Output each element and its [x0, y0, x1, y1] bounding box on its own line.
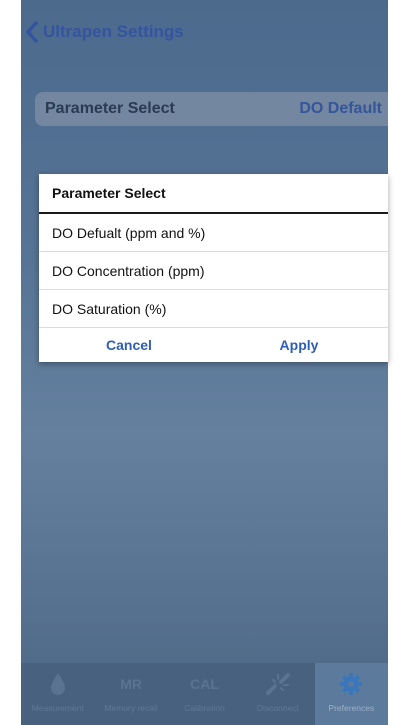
modal-overlay — [21, 0, 388, 725]
tab-calibration[interactable]: CAL Calibration — [168, 663, 241, 725]
apply-button[interactable]: Apply — [249, 328, 349, 362]
app-screen: Ultrapen Settings Parameter Select DO De… — [21, 0, 388, 725]
disconnect-icon — [265, 663, 291, 705]
option-do-default[interactable]: DO Defualt (ppm and %) — [39, 214, 388, 252]
tab-memory-recall[interactable]: MR Memory recall — [94, 663, 167, 725]
gear-icon — [339, 663, 363, 705]
tab-label-memory-recall: Memory recall — [104, 703, 158, 713]
tab-disconnect[interactable]: Disconnect — [241, 663, 314, 725]
dialog-buttons: Cancel Apply — [39, 328, 388, 362]
option-do-concentration[interactable]: DO Concentration (ppm) — [39, 252, 388, 290]
tab-label-preferences: Preferences — [328, 703, 375, 713]
option-do-saturation[interactable]: DO Saturation (%) — [39, 290, 388, 328]
drop-icon — [50, 663, 66, 705]
tab-measurement[interactable]: Measurement — [21, 663, 94, 725]
tab-label-calibration: Calibration — [184, 703, 225, 713]
tab-label-measurement: Measurement — [31, 703, 84, 713]
cal-icon: CAL — [190, 676, 219, 692]
dialog-title: Parameter Select — [39, 174, 388, 214]
cancel-button[interactable]: Cancel — [79, 328, 179, 362]
parameter-select-dialog: Parameter Select DO Defualt (ppm and %) … — [39, 174, 388, 362]
mr-icon: MR — [120, 676, 142, 692]
tab-label-disconnect: Disconnect — [256, 703, 299, 713]
tab-bar: Measurement MR Memory recall CAL Calibra… — [21, 663, 389, 725]
tab-preferences[interactable]: Preferences — [314, 663, 389, 725]
